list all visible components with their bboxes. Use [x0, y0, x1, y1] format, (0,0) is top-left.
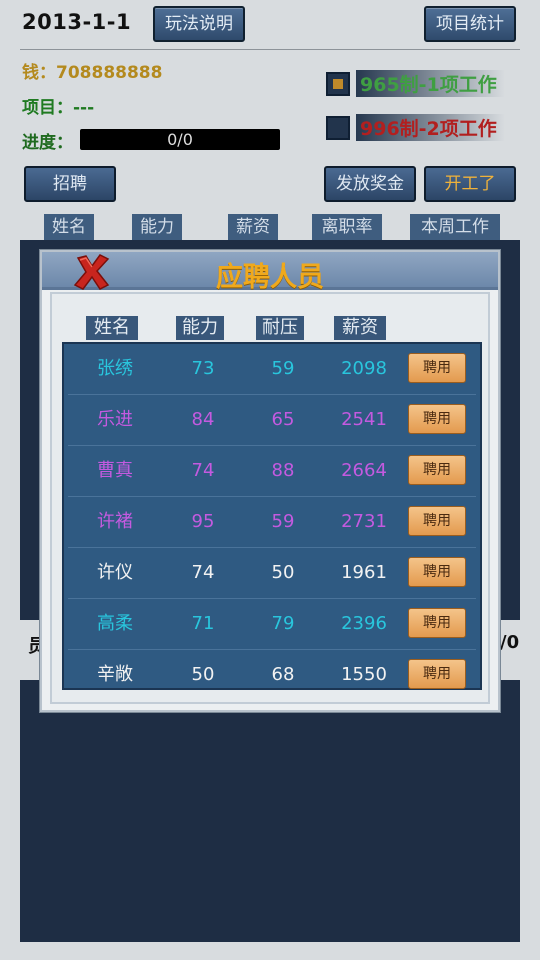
applicant-row: 张绣 73 59 2098 聘用 — [68, 344, 476, 395]
project-stats-button[interactable]: 项目统计 — [424, 6, 516, 42]
applicant-name: 乐进 — [97, 409, 133, 430]
applicant-stress: 65 — [271, 409, 295, 430]
applicant-col-ability: 能力 — [176, 316, 224, 340]
rules-button[interactable]: 玩法说明 — [153, 6, 245, 42]
applicant-row: 许仪 74 50 1961 聘用 — [68, 548, 476, 599]
applicant-ability: 74 — [191, 460, 215, 481]
applicant-row: 许褚 95 59 2731 聘用 — [68, 497, 476, 548]
hire-applicant-button[interactable]: 聘用 — [408, 455, 466, 485]
applicant-ability: 50 — [191, 664, 215, 685]
applicant-stress: 59 — [271, 511, 295, 532]
applicant-salary: 1550 — [341, 664, 387, 685]
applicant-name: 张绣 — [97, 358, 133, 379]
schedule-965-label[interactable]: 965制-1项工作 — [356, 70, 505, 97]
staff-count-fragment: /0 — [500, 632, 520, 653]
applicant-row: 乐进 84 65 2541 聘用 — [68, 395, 476, 446]
applicant-name: 辛敞 — [97, 664, 133, 685]
staff-col-weekly-work: 本周工作 — [410, 214, 500, 240]
applicant-stress: 79 — [271, 613, 295, 634]
hire-applicant-button[interactable]: 聘用 — [408, 404, 466, 434]
progress-bar: 0/0 — [80, 129, 280, 150]
applicant-stress: 59 — [271, 358, 295, 379]
applicant-ability: 71 — [191, 613, 215, 634]
applicant-name: 许褚 — [97, 511, 133, 532]
start-work-button[interactable]: 开工了 — [424, 166, 516, 202]
applicant-name: 高柔 — [97, 613, 133, 634]
applicant-stress: 88 — [271, 460, 295, 481]
applicant-row: 高柔 71 79 2396 聘用 — [68, 599, 476, 650]
applicant-salary: 2664 — [341, 460, 387, 481]
staff-col-ability: 能力 — [132, 214, 182, 240]
schedule-996-label[interactable]: 996制-2项工作 — [356, 114, 505, 141]
applicant-ability: 73 — [191, 358, 215, 379]
applicants-dialog: 应聘人员 姓名 能力 耐压 薪资 张绣 73 59 2098 聘用 乐进 84 … — [40, 250, 500, 712]
money-display: 钱：708888888 — [22, 63, 163, 83]
staff-col-salary: 薪资 — [228, 214, 278, 240]
schedule-996-checkbox[interactable] — [326, 116, 350, 140]
applicant-salary: 2098 — [341, 358, 387, 379]
schedule-965-checkbox[interactable] — [326, 72, 350, 96]
applicant-salary: 1961 — [341, 562, 387, 583]
progress-value: 0/0 — [167, 130, 193, 149]
hire-applicant-button[interactable]: 聘用 — [408, 506, 466, 536]
applicant-list: 张绣 73 59 2098 聘用 乐进 84 65 2541 聘用 曹真 74 … — [62, 342, 482, 690]
project-display: 项目：--- — [22, 98, 95, 118]
applicant-row: 辛敞 50 68 1550 聘用 — [68, 650, 476, 701]
applicant-stress: 68 — [271, 664, 295, 685]
work-log-panel — [20, 680, 520, 942]
header-divider — [20, 49, 520, 50]
hire-button[interactable]: 招聘 — [24, 166, 116, 202]
applicant-salary: 2731 — [341, 511, 387, 532]
staff-col-turnover: 离职率 — [312, 214, 382, 240]
progress-label: 进度： — [22, 133, 73, 153]
applicant-salary: 2541 — [341, 409, 387, 430]
staff-col-name: 姓名 — [44, 214, 94, 240]
applicant-ability: 84 — [191, 409, 215, 430]
close-icon[interactable] — [70, 252, 114, 292]
hire-applicant-button[interactable]: 聘用 — [408, 353, 466, 383]
hire-applicant-button[interactable]: 聘用 — [408, 608, 466, 638]
applicant-ability: 74 — [191, 562, 215, 583]
applicant-stress: 50 — [271, 562, 295, 583]
hire-applicant-button[interactable]: 聘用 — [408, 557, 466, 587]
applicant-row: 曹真 74 88 2664 聘用 — [68, 446, 476, 497]
applicant-col-name: 姓名 — [86, 316, 138, 340]
applicant-col-salary: 薪资 — [334, 316, 386, 340]
date-display: 2013-1-1 — [22, 10, 132, 34]
hire-applicant-button[interactable]: 聘用 — [408, 659, 466, 689]
applicant-col-stress: 耐压 — [256, 316, 304, 340]
applicant-salary: 2396 — [341, 613, 387, 634]
applicant-name: 曹真 — [97, 460, 133, 481]
applicant-name: 许仪 — [97, 562, 133, 583]
applicant-ability: 95 — [191, 511, 215, 532]
bonus-button[interactable]: 发放奖金 — [324, 166, 416, 202]
